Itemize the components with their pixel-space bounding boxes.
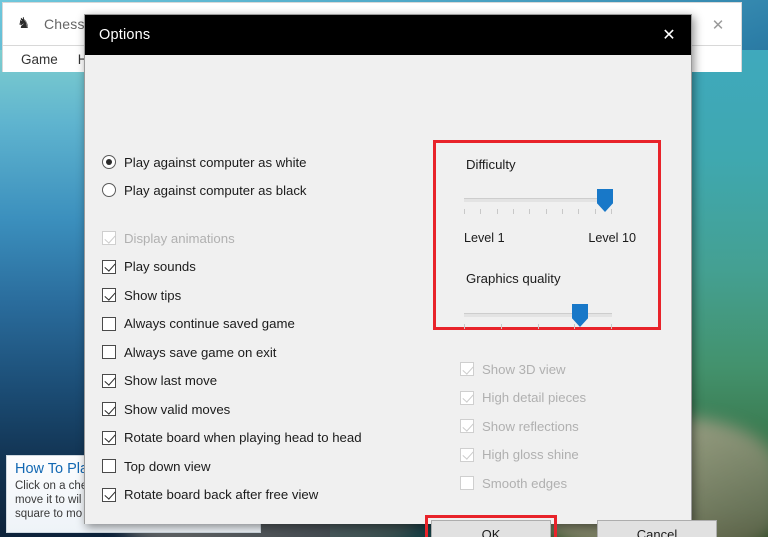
checkbox-indicator[interactable] <box>102 288 116 303</box>
checkbox-indicator <box>460 419 474 434</box>
checkbox-show-last-move[interactable]: Show last move <box>102 367 442 396</box>
checkbox-indicator[interactable] <box>102 373 116 388</box>
checkbox-indicator <box>460 390 474 405</box>
checkbox-label: High detail pieces <box>482 390 587 406</box>
checkbox-smooth-edges: Smooth edges <box>460 469 670 498</box>
checkbox-label: Show valid moves <box>124 401 231 417</box>
checkbox-play-sounds[interactable]: Play sounds <box>102 253 442 282</box>
sliders-highlight-region: Difficulty Level 1 Level 10 Graphics qua… <box>433 140 661 330</box>
close-icon[interactable]: ✕ <box>647 15 691 55</box>
radio-button-indicator[interactable] <box>102 155 116 169</box>
checkbox-indicator[interactable] <box>102 316 116 331</box>
checkbox-indicator[interactable] <box>102 345 116 360</box>
checkbox-indicator[interactable] <box>102 487 116 502</box>
checkbox-show-valid-moves[interactable]: Show valid moves <box>102 395 442 424</box>
cancel-button[interactable]: Cancel <box>597 520 717 537</box>
checkbox-label: Display animations <box>124 230 235 246</box>
slider-track[interactable] <box>464 198 612 202</box>
close-icon[interactable]: ✕ <box>695 3 741 47</box>
options-dialog-title: Options <box>99 27 151 43</box>
difficulty-max-label: Level 10 <box>588 231 636 245</box>
checkbox-label: Smooth edges <box>482 475 568 491</box>
checkbox-always-continue-saved-game[interactable]: Always continue saved game <box>102 310 442 339</box>
chess-knight-icon: ♞ <box>17 15 31 32</box>
radio-button-indicator[interactable] <box>102 183 116 197</box>
checkbox-label: Always continue saved game <box>124 316 295 332</box>
checkbox-label: Show 3D view <box>482 361 566 377</box>
checkbox-label: Always save game on exit <box>124 344 277 360</box>
graphics-checkbox-group: Show 3D view High detail pieces Show ref… <box>460 355 670 498</box>
checkbox-indicator[interactable] <box>102 259 116 274</box>
radio-play-as-black[interactable]: Play against computer as black <box>102 176 442 204</box>
radio-label: Play against computer as white <box>124 154 307 170</box>
difficulty-min-label: Level 1 <box>464 231 505 245</box>
checkbox-indicator[interactable] <box>102 459 116 474</box>
checkbox-label: Rotate board back after free view <box>124 487 319 503</box>
checkbox-label: Show reflections <box>482 418 579 434</box>
checkbox-indicator <box>460 447 474 462</box>
options-left-column: Play against computer as white Play agai… <box>102 148 442 509</box>
graphics-quality-label: Graphics quality <box>466 271 561 286</box>
checkbox-label: Rotate board when playing head to head <box>124 430 362 446</box>
checkbox-label: Play sounds <box>124 259 196 275</box>
menu-item-game[interactable]: Game <box>11 50 68 69</box>
ok-button[interactable]: OK <box>431 520 551 537</box>
checkbox-high-detail-pieces: High detail pieces <box>460 384 670 413</box>
radio-label: Play against computer as black <box>124 182 307 198</box>
checkbox-show-tips[interactable]: Show tips <box>102 281 442 310</box>
checkbox-indicator[interactable] <box>102 430 116 445</box>
checkbox-high-gloss-shine: High gloss shine <box>460 441 670 470</box>
checkbox-label: Top down view <box>124 458 211 474</box>
checkbox-label: High gloss shine <box>482 447 579 463</box>
options-dialog-titlebar: Options ✕ <box>85 15 691 55</box>
radio-play-as-white[interactable]: Play against computer as white <box>102 148 442 176</box>
slider-ticks <box>464 324 612 330</box>
left-checkbox-group: Display animations Play sounds Show tips… <box>102 224 442 509</box>
checkbox-indicator <box>460 476 474 491</box>
checkbox-top-down-view[interactable]: Top down view <box>102 452 442 481</box>
checkbox-indicator <box>460 362 474 377</box>
checkbox-display-animations: Display animations <box>102 224 442 253</box>
options-dialog: Options ✕ Play against computer as white… <box>84 14 717 537</box>
checkbox-rotate-board-head-to-head[interactable]: Rotate board when playing head to head <box>102 424 442 453</box>
checkbox-rotate-board-back-after-free-view[interactable]: Rotate board back after free view <box>102 481 442 510</box>
difficulty-label: Difficulty <box>466 157 516 172</box>
slider-track[interactable] <box>464 313 612 317</box>
options-dialog-body: Play against computer as white Play agai… <box>85 55 717 537</box>
checkbox-indicator <box>102 231 116 246</box>
checkbox-label: Show last move <box>124 373 218 389</box>
checkbox-label: Show tips <box>124 287 182 303</box>
checkbox-always-save-game-on-exit[interactable]: Always save game on exit <box>102 338 442 367</box>
checkbox-show-reflections: Show reflections <box>460 412 670 441</box>
checkbox-show-3d-view: Show 3D view <box>460 355 670 384</box>
desktop-background: ♞ Chess T ❐ ✕ Game He How To Pla Click o… <box>0 0 768 537</box>
slider-ticks <box>464 209 612 215</box>
checkbox-indicator[interactable] <box>102 402 116 417</box>
play-side-radio-group: Play against computer as white Play agai… <box>102 148 442 204</box>
